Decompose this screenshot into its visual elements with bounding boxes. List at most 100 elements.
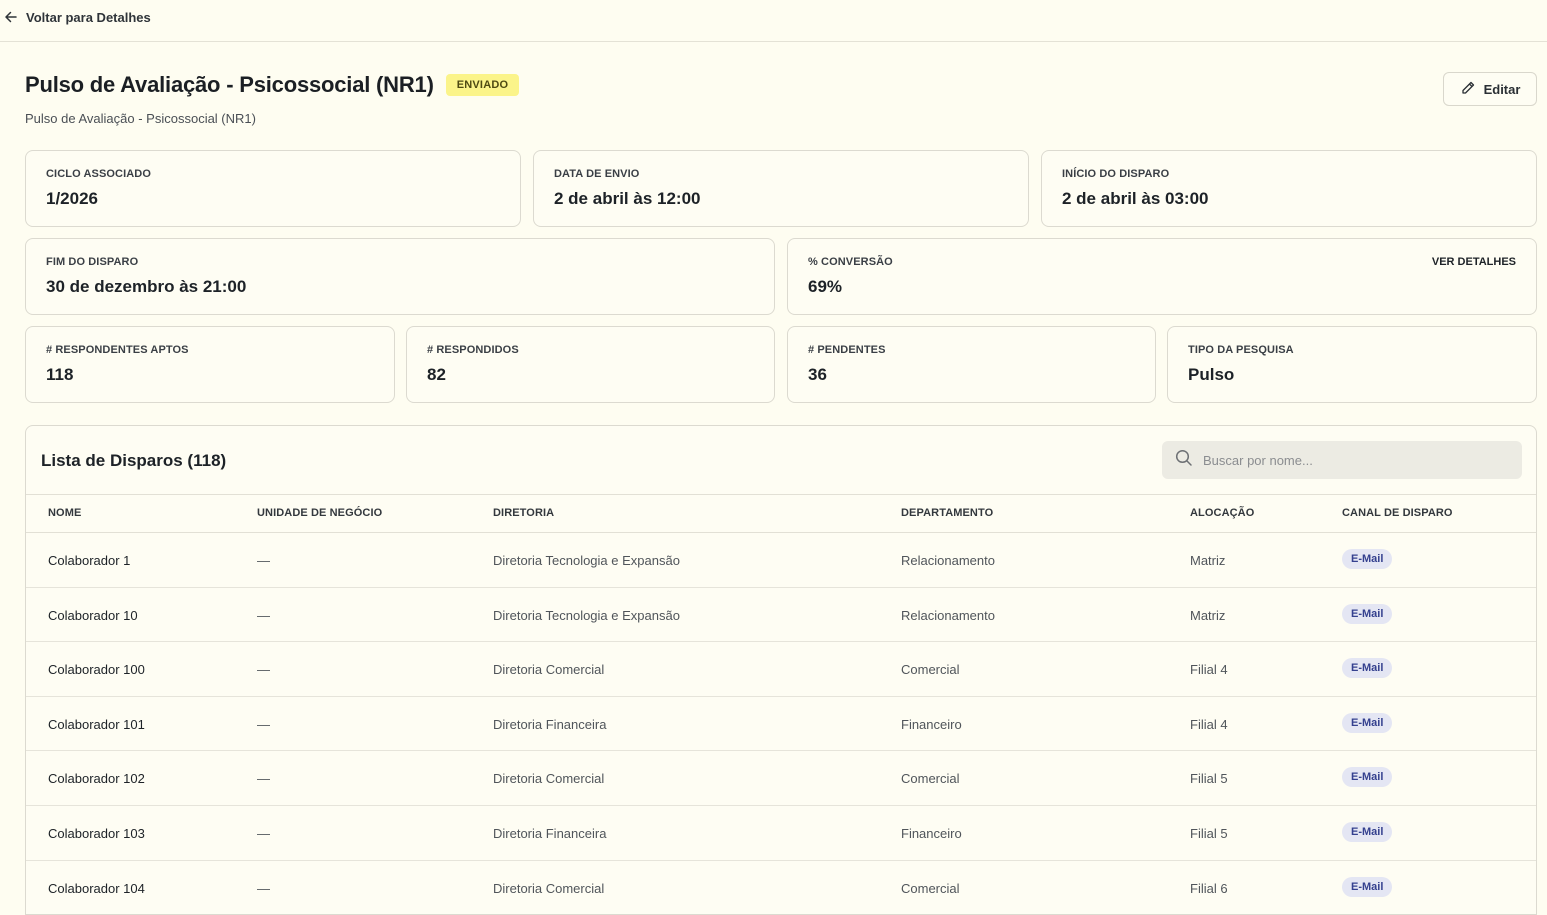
channel-badge: E-Mail (1342, 876, 1393, 897)
cell-unidade: — (257, 716, 270, 732)
pencil-icon (1460, 80, 1476, 99)
cell-unidade: — (257, 825, 270, 841)
cell-unidade: — (257, 553, 270, 568)
dispatch-list-panel: Lista de Disparos (118) NOME UNIDADE DE … (25, 425, 1537, 915)
table-row[interactable]: Colaborador 100 — Diretoria Comercial Co… (26, 642, 1536, 697)
column-header-departamento[interactable]: DEPARTAMENTO (901, 507, 993, 519)
cell-alocacao: Matriz (1190, 553, 1226, 568)
card-value: Pulso (1188, 365, 1235, 384)
card-value: 69% (808, 277, 843, 296)
title-row: Pulso de Avaliação - Psicossocial (NR1) … (25, 72, 520, 98)
card-ciclo-associado: CICLO ASSOCIADO 1/2026 (25, 150, 521, 227)
cell-nome: Colaborador 103 (48, 825, 145, 841)
cell-diretoria: Diretoria Comercial (493, 880, 605, 896)
card-fim-disparo: FIM DO DISPARO 30 de dezembro às 21:00 (25, 238, 775, 315)
card-value: 1/2026 (46, 189, 98, 208)
cell-departamento: Relacionamento (901, 607, 995, 623)
cell-diretoria: Diretoria Tecnologia e Expansão (493, 553, 680, 568)
cell-departamento: Comercial (901, 771, 960, 787)
cell-nome: Colaborador 101 (48, 716, 145, 732)
card-label: # RESPONDIDOS (427, 344, 519, 356)
page-title: Pulso de Avaliação - Psicossocial (NR1) (25, 72, 434, 97)
cell-alocacao: Matriz (1190, 607, 1226, 623)
table-row[interactable]: Colaborador 101 — Diretoria Financeira F… (26, 697, 1536, 752)
card-conversao: % CONVERSÃO VER DETALHES 69% (787, 238, 1537, 315)
edit-button[interactable]: Editar (1443, 72, 1537, 106)
cell-departamento: Comercial (901, 662, 960, 678)
cell-unidade: — (257, 880, 270, 896)
card-label: TIPO DA PESQUISA (1188, 344, 1294, 356)
top-bar: Voltar para Detalhes (0, 0, 1547, 42)
card-data-envio: DATA DE ENVIO 2 de abril às 12:00 (533, 150, 1029, 227)
cell-unidade: — (257, 607, 270, 623)
cell-nome: Colaborador 1 (48, 553, 131, 568)
table-row[interactable]: Colaborador 104 — Diretoria Comercial Co… (26, 861, 1536, 914)
channel-badge: E-Mail (1342, 712, 1393, 733)
table-body: Colaborador 1 — Diretoria Tecnologia e E… (26, 533, 1536, 914)
channel-badge: E-Mail (1342, 658, 1393, 679)
card-pendentes: # PENDENTES 36 (787, 326, 1156, 403)
cell-departamento: Relacionamento (901, 553, 995, 568)
card-label: # PENDENTES (808, 344, 886, 356)
column-header-nome[interactable]: NOME (48, 507, 81, 519)
cell-departamento: Comercial (901, 880, 960, 896)
back-link-label: Voltar para Detalhes (26, 9, 151, 25)
search-input[interactable] (1203, 452, 1503, 468)
table-row[interactable]: Colaborador 10 — Diretoria Tecnologia e … (26, 588, 1536, 643)
card-label: CICLO ASSOCIADO (46, 168, 151, 180)
cell-alocacao: Filial 5 (1190, 771, 1228, 787)
cell-alocacao: Filial 4 (1190, 662, 1228, 678)
cell-diretoria: Diretoria Comercial (493, 662, 605, 678)
column-header-canal[interactable]: CANAL DE DISPARO (1342, 507, 1453, 519)
cell-alocacao: Filial 4 (1190, 716, 1228, 732)
card-label: INÍCIO DO DISPARO (1062, 168, 1170, 180)
cell-diretoria: Diretoria Financeira (493, 825, 607, 841)
page-subtitle: Pulso de Avaliação - Psicossocial (NR1) (25, 111, 256, 126)
column-header-alocacao[interactable]: ALOCAÇÃO (1190, 507, 1254, 519)
cell-nome: Colaborador 102 (48, 771, 145, 787)
card-label: FIM DO DISPARO (46, 256, 139, 268)
table-header: NOME UNIDADE DE NEGÓCIO DIRETORIA DEPART… (26, 494, 1536, 533)
cell-alocacao: Filial 5 (1190, 825, 1228, 841)
table-row[interactable]: Colaborador 102 — Diretoria Comercial Co… (26, 751, 1536, 806)
back-to-details-link[interactable]: Voltar para Detalhes (4, 8, 151, 26)
channel-badge: E-Mail (1342, 767, 1393, 788)
card-value: 118 (46, 365, 74, 384)
channel-badge: E-Mail (1342, 603, 1393, 624)
cell-unidade: — (257, 771, 270, 787)
card-label: DATA DE ENVIO (554, 168, 640, 180)
card-tipo-pesquisa: TIPO DA PESQUISA Pulso (1167, 326, 1537, 403)
cell-nome: Colaborador 10 (48, 607, 138, 623)
card-value: 36 (808, 365, 827, 384)
card-respondidos: # RESPONDIDOS 82 (406, 326, 775, 403)
column-header-unidade[interactable]: UNIDADE DE NEGÓCIO (257, 507, 382, 519)
cell-diretoria: Diretoria Tecnologia e Expansão (493, 607, 680, 623)
dispatch-list-title: Lista de Disparos (118) (41, 451, 227, 470)
card-respondentes-aptos: # RESPONDENTES APTOS 118 (25, 326, 395, 403)
search-icon (1175, 449, 1193, 472)
card-label: % CONVERSÃO (808, 256, 893, 268)
card-label: # RESPONDENTES APTOS (46, 344, 189, 356)
search-box[interactable] (1162, 441, 1522, 479)
channel-badge: E-Mail (1342, 821, 1393, 842)
cell-alocacao: Filial 6 (1190, 880, 1228, 896)
card-value: 2 de abril às 12:00 (554, 189, 701, 208)
arrow-left-icon (4, 10, 18, 24)
table-row[interactable]: Colaborador 1 — Diretoria Tecnologia e E… (26, 533, 1536, 588)
cell-unidade: — (257, 662, 270, 678)
cell-departamento: Financeiro (901, 716, 962, 732)
cell-nome: Colaborador 100 (48, 662, 145, 678)
table-row[interactable]: Colaborador 103 — Diretoria Financeira F… (26, 806, 1536, 861)
cell-departamento: Financeiro (901, 825, 962, 841)
column-header-diretoria[interactable]: DIRETORIA (493, 507, 554, 519)
ver-detalhes-link[interactable]: VER DETALHES (1432, 256, 1516, 268)
card-inicio-disparo: INÍCIO DO DISPARO 2 de abril às 03:00 (1041, 150, 1537, 227)
card-value: 2 de abril às 03:00 (1062, 189, 1209, 208)
channel-badge: E-Mail (1342, 549, 1393, 569)
cell-diretoria: Diretoria Financeira (493, 716, 607, 732)
card-value: 82 (427, 365, 446, 384)
card-value: 30 de dezembro às 21:00 (46, 277, 247, 296)
cell-diretoria: Diretoria Comercial (493, 771, 605, 787)
status-badge: ENVIADO (445, 74, 520, 96)
cell-nome: Colaborador 104 (48, 880, 145, 896)
